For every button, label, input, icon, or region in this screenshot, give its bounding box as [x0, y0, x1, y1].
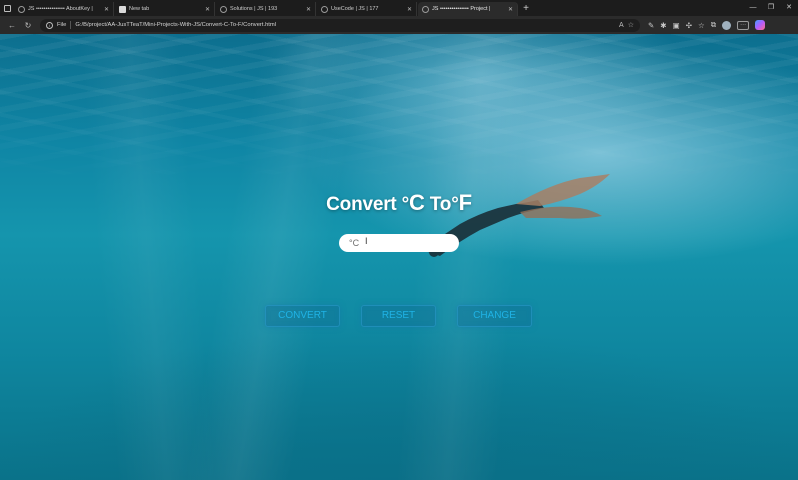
url-scheme: File	[57, 22, 67, 28]
title-fahrenheit: F	[458, 190, 472, 215]
browser-tab[interactable]: JS ••••••••••••••• AboutKey | ✕	[14, 2, 114, 16]
address-bar-row: ← ↻ i File G:/B/project/AA-JusTTeaT/Mini…	[0, 16, 798, 34]
globe-icon	[220, 5, 227, 13]
page-viewport: Convert °C To°F I CONVERT RESET CHANGE	[0, 34, 798, 480]
profile-avatar[interactable]	[722, 20, 732, 30]
browser-tab[interactable]: New tab ✕	[115, 2, 215, 16]
settings-icon[interactable]: ✱	[660, 21, 666, 30]
back-icon[interactable]: ←	[4, 21, 20, 30]
url-text[interactable]: G:/B/project/AA-JusTTeaT/Mini-Projects-W…	[75, 22, 615, 28]
info-icon[interactable]: i	[46, 21, 53, 29]
temperature-input-wrapper: I	[339, 233, 459, 252]
browser-tab[interactable]: Solutions | JS | 193 ✕	[216, 2, 316, 16]
close-tab-icon[interactable]: ✕	[306, 6, 311, 13]
address-bar[interactable]: i File G:/B/project/AA-JusTTeaT/Mini-Pro…	[40, 18, 640, 32]
tab-title: JS ••••••••••••••• Project |	[432, 6, 491, 12]
close-window-icon[interactable]: ✕	[780, 0, 798, 16]
title-text: Convert °	[326, 194, 410, 215]
new-tab-icon	[119, 5, 126, 13]
reset-button[interactable]: RESET	[361, 305, 436, 327]
favorite-icon[interactable]: ☆	[628, 21, 634, 29]
split-screen-icon[interactable]: ▣	[673, 21, 680, 30]
collections-icon[interactable]: ⧉	[711, 20, 716, 30]
tab-actions-icon	[3, 4, 11, 12]
copilot-icon[interactable]	[755, 20, 766, 30]
read-aloud-icon[interactable]: A	[619, 22, 624, 29]
page-title: Convert °C To°F	[0, 190, 798, 216]
title-celsius: C	[409, 190, 425, 215]
more-icon[interactable]: ···	[737, 20, 750, 30]
close-tab-icon[interactable]: ✕	[508, 6, 513, 13]
extension-icon[interactable]: ✎	[648, 21, 654, 30]
extensions-icon[interactable]: ✣	[686, 21, 692, 30]
temperature-input[interactable]	[339, 234, 459, 252]
tab-title: Solutions | JS | 193	[230, 6, 278, 12]
tab-title: UseCode | JS | 177	[331, 6, 379, 12]
close-tab-icon[interactable]: ✕	[104, 6, 109, 13]
change-button[interactable]: CHANGE	[457, 305, 532, 327]
convert-button[interactable]: CONVERT	[265, 305, 340, 327]
tab-title: New tab	[129, 6, 150, 12]
restore-icon[interactable]: ❐	[762, 0, 780, 16]
favorites-icon[interactable]: ☆	[698, 21, 705, 30]
toolbar: ✎ ✱ ▣ ✣ ☆ ⧉ ···	[648, 20, 766, 30]
globe-icon	[18, 5, 25, 13]
tab-actions-menu[interactable]	[0, 0, 14, 16]
browser-tab[interactable]: UseCode | JS | 177 ✕	[317, 2, 417, 16]
tab-strip: JS ••••••••••••••• AboutKey | ✕ New tab …	[0, 0, 798, 16]
globe-icon	[321, 5, 328, 13]
tab-title: JS ••••••••••••••• AboutKey |	[28, 6, 93, 12]
minimize-icon[interactable]: —	[744, 0, 762, 16]
new-tab-button[interactable]: +	[519, 2, 533, 16]
globe-icon	[422, 5, 429, 13]
refresh-icon[interactable]: ↻	[20, 21, 36, 30]
divider	[70, 21, 72, 29]
browser-tab-active[interactable]: JS ••••••••••••••• Project | ✕	[418, 2, 518, 16]
close-tab-icon[interactable]: ✕	[205, 6, 210, 13]
window-controls: — ❐ ✕	[744, 0, 798, 16]
text-cursor-icon: I	[365, 236, 368, 246]
close-tab-icon[interactable]: ✕	[407, 6, 412, 13]
water-surface-background	[0, 34, 798, 184]
title-text-to: To°	[424, 194, 459, 215]
